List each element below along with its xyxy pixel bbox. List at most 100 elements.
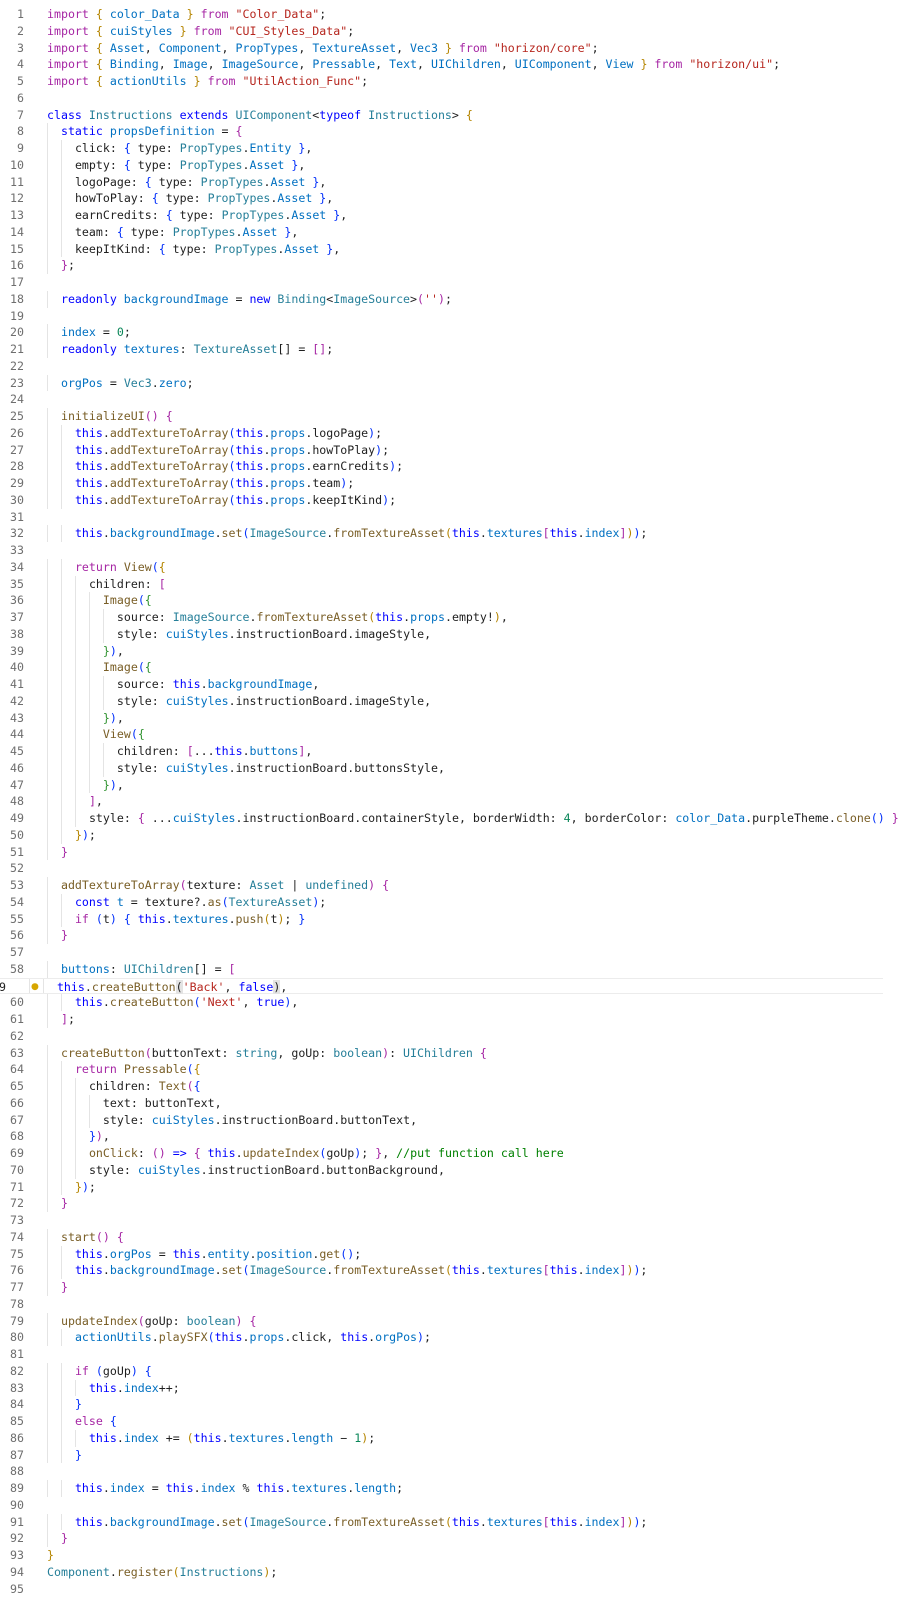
- code-line[interactable]: 20 index = 0;: [0, 324, 901, 341]
- code-line[interactable]: 7 class Instructions extends UIComponent<…: [0, 107, 901, 124]
- code-line[interactable]: 37 source: ImageSource.fromTextureAsset(t…: [0, 609, 901, 626]
- code-line[interactable]: 31: [0, 509, 901, 526]
- code-line[interactable]: 28 this.addTextureToArray(this.props.earn…: [0, 458, 901, 475]
- code-line[interactable]: 14 team: { type: PropTypes.Asset },: [0, 223, 901, 241]
- code-line[interactable]: 26 this.addTextureToArray(this.props.logo…: [0, 424, 901, 442]
- code-editor[interactable]: 1 import { color_Data } from "Color_Data"…: [0, 6, 901, 1600]
- code-line[interactable]: 64 return Pressable({: [0, 1061, 901, 1078]
- code-line[interactable]: 68}),: [0, 1128, 901, 1145]
- code-line[interactable]: 39}),: [0, 642, 901, 660]
- code-line[interactable]: 15 keepItKind: { type: PropTypes.Asset },: [0, 240, 901, 258]
- code-line[interactable]: 75 this.orgPos = this.entity.position.get…: [0, 1245, 901, 1263]
- code-line[interactable]: 87}: [0, 1446, 901, 1464]
- code-line[interactable]: 13 earnCredits: { type: PropTypes.Asset }…: [0, 207, 901, 224]
- code-line[interactable]: 88: [0, 1463, 901, 1480]
- code-line[interactable]: 55 if (t) { this.textures.push(t); }: [0, 910, 901, 928]
- code-line[interactable]: 24: [0, 391, 901, 408]
- code-line[interactable]: 25 initializeUI() {: [0, 408, 901, 425]
- code-line[interactable]: 65 children: Text({: [0, 1078, 901, 1095]
- code-line[interactable]: 21 readonly textures: TextureAsset[] = []…: [0, 341, 901, 358]
- code-line[interactable]: 5 import { actionUtils } from "UtilAction…: [0, 73, 901, 90]
- code-line[interactable]: 79 updateIndex(goUp: boolean) {: [0, 1312, 901, 1330]
- code-line[interactable]: 83 this.index++;: [0, 1379, 901, 1397]
- code-line[interactable]: 22: [0, 358, 901, 375]
- code-line[interactable]: 82 if (goUp) {: [0, 1362, 901, 1380]
- code-line[interactable]: 11 logoPage: { type: PropTypes.Asset },: [0, 173, 901, 191]
- code-line[interactable]: 1 import { color_Data } from "Color_Data"…: [0, 6, 901, 23]
- code-line[interactable]: 23 orgPos = Vec3.zero;: [0, 374, 901, 392]
- code-line[interactable]: 32 this.backgroundImage.set(ImageSource.f…: [0, 525, 901, 542]
- code-line[interactable]: 49 style: { ...cuiStyles.instructionBoard…: [0, 810, 901, 827]
- code-line[interactable]: 52: [0, 860, 901, 877]
- code-line[interactable]: 63 createButton(buttonText: string, goUp:…: [0, 1044, 901, 1062]
- code-line[interactable]: 48],: [0, 793, 901, 810]
- code-line[interactable]: 29 this.addTextureToArray(this.props.team…: [0, 475, 901, 492]
- code-line[interactable]: 6: [0, 90, 901, 107]
- code-line[interactable]: 66 text: buttonText,: [0, 1094, 901, 1112]
- code-line[interactable]: 35 children: [: [0, 575, 901, 593]
- code-line[interactable]: 77}: [0, 1279, 901, 1296]
- code-line[interactable]: 56}: [0, 927, 901, 944]
- code-line[interactable]: 70 style: cuiStyles.instructionBoard.butt…: [0, 1161, 901, 1179]
- code-line[interactable]: 17: [0, 274, 901, 291]
- code-line[interactable]: 43}),: [0, 709, 901, 727]
- code-line[interactable]: 84}: [0, 1396, 901, 1413]
- code-line[interactable]: 61];: [0, 1011, 901, 1028]
- code-line[interactable]: 71});: [0, 1178, 901, 1196]
- code-line[interactable]: 45 children: [...this.buttons],: [0, 743, 901, 760]
- code-line[interactable]: 4 import { Binding, Image, ImageSource, P…: [0, 56, 901, 73]
- code-line[interactable]: 51}: [0, 843, 901, 861]
- code-line[interactable]: 90: [0, 1497, 901, 1514]
- code-line[interactable]: 2 import { cuiStyles } from "CUI_Styles_D…: [0, 23, 901, 40]
- code-line[interactable]: 12 howToPlay: { type: PropTypes.Asset },: [0, 190, 901, 207]
- code-line[interactable]: 30 this.addTextureToArray(this.props.keep…: [0, 491, 901, 509]
- code-line[interactable]: 8 static propsDefinition = {: [0, 123, 901, 140]
- code-line[interactable]: 58 buttons: UIChildren[] = [: [0, 960, 901, 978]
- code-line[interactable]: 95: [0, 1581, 901, 1598]
- code-line[interactable]: 59 this.createButton('Back', false),●: [0, 977, 883, 995]
- line-number: 75: [10, 1246, 24, 1261]
- code-line[interactable]: 53 addTextureToArray(texture: Asset | und…: [0, 877, 901, 894]
- code-line[interactable]: 36 Image({: [0, 592, 901, 609]
- code-line[interactable]: 33: [0, 542, 901, 559]
- code-line[interactable]: 72}: [0, 1195, 901, 1212]
- code-line[interactable]: 69 onClick: () => { this.updateIndex(goUp…: [0, 1145, 901, 1162]
- code-token: (): [95, 1229, 110, 1244]
- code-line[interactable]: 42 style: cuiStyles.instructionBoard.imag…: [0, 692, 901, 710]
- code-line[interactable]: 81: [0, 1346, 901, 1363]
- code-line[interactable]: 41 source: this.backgroundImage,: [0, 676, 901, 693]
- code-line[interactable]: 3 import { Asset, Component, PropTypes, T…: [0, 40, 901, 57]
- code-text: empty: { type: PropTypes.Asset },: [47, 157, 901, 174]
- code-line[interactable]: 89 this.index = this.index % this.texture…: [0, 1480, 901, 1497]
- code-line[interactable]: 40 Image({: [0, 659, 901, 676]
- code-line[interactable]: 9 click: { type: PropTypes.Entity },: [0, 140, 901, 157]
- code-line[interactable]: 54 const t = texture?.as(TextureAsset);: [0, 893, 901, 911]
- lightbulb-icon[interactable]: ●: [31, 981, 41, 993]
- code-line[interactable]: 50});: [0, 826, 901, 844]
- code-line[interactable]: 91 this.backgroundImage.set(ImageSource.f…: [0, 1513, 901, 1531]
- code-line[interactable]: 80 actionUtils.playSFX(this.props.click, …: [0, 1329, 901, 1346]
- code-line[interactable]: 34 return View({: [0, 558, 901, 576]
- code-line[interactable]: 78: [0, 1296, 901, 1313]
- code-line[interactable]: 44 View({: [0, 726, 901, 743]
- code-line[interactable]: 57: [0, 944, 901, 961]
- code-line[interactable]: 18 readonly backgroundImage = new Binding…: [0, 290, 901, 308]
- code-line[interactable]: 86 this.index += (this.textures.length − …: [0, 1429, 901, 1447]
- code-line[interactable]: 46 style: cuiStyles.instructionBoard.butt…: [0, 759, 901, 777]
- code-line[interactable]: 60 this.createButton('Next', true),: [0, 994, 901, 1011]
- code-line[interactable]: 93}: [0, 1547, 901, 1564]
- code-line[interactable]: 27 this.addTextureToArray(this.props.howT…: [0, 441, 901, 459]
- code-line[interactable]: 16};: [0, 257, 901, 274]
- code-line[interactable]: 92}: [0, 1530, 901, 1547]
- code-line[interactable]: 73: [0, 1212, 901, 1229]
- code-line[interactable]: 10 empty: { type: PropTypes.Asset },: [0, 156, 901, 174]
- code-line[interactable]: 19: [0, 308, 901, 325]
- code-line[interactable]: 74 start() {: [0, 1228, 901, 1246]
- code-line[interactable]: 94 Component.register(Instructions);: [0, 1564, 901, 1581]
- code-line[interactable]: 67 style: cuiStyles.instructionBoard.butt…: [0, 1111, 901, 1129]
- code-line[interactable]: 85 else {: [0, 1413, 901, 1430]
- code-line[interactable]: 62: [0, 1028, 901, 1045]
- code-line[interactable]: 47}),: [0, 776, 901, 794]
- code-line[interactable]: 76 this.backgroundImage.set(ImageSource.f…: [0, 1262, 901, 1279]
- code-line[interactable]: 38 style: cuiStyles.instructionBoard.imag…: [0, 625, 901, 643]
